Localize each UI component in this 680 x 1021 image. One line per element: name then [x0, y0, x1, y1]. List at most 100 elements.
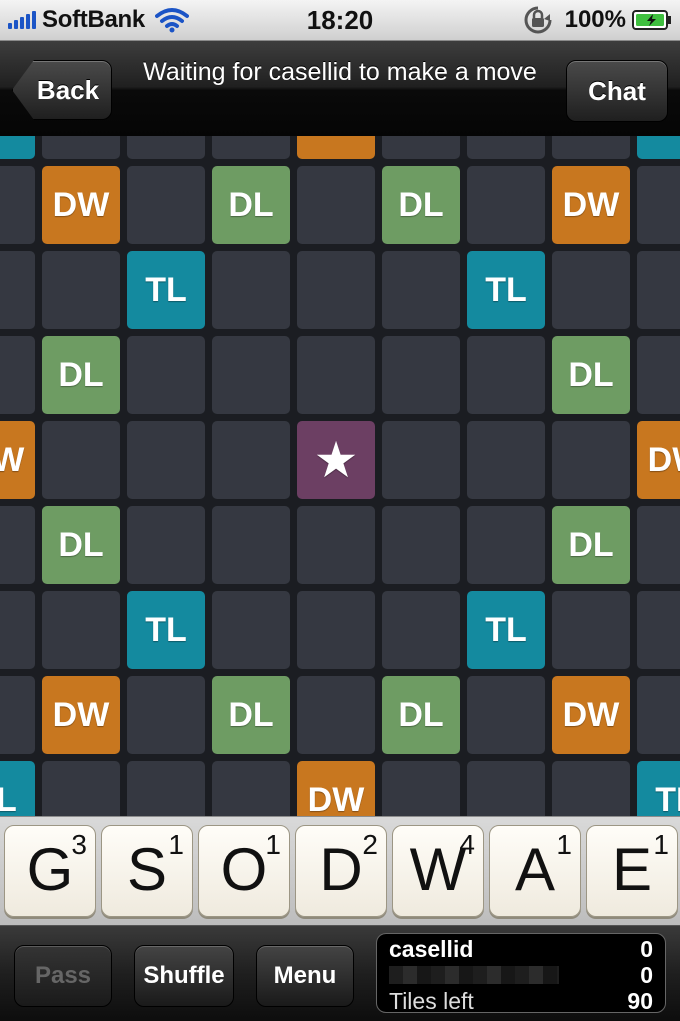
- board-square[interactable]: [127, 336, 205, 414]
- menu-button[interactable]: Menu: [256, 945, 354, 1007]
- board-square[interactable]: [382, 421, 460, 499]
- board-square[interactable]: [467, 336, 545, 414]
- bonus-square-tl[interactable]: TL: [637, 136, 680, 159]
- board-square[interactable]: [637, 251, 680, 329]
- bonus-square-dl[interactable]: DL: [212, 166, 290, 244]
- board-square[interactable]: [127, 166, 205, 244]
- board-square[interactable]: [467, 506, 545, 584]
- status-bar: SoftBank 18:20 100%: [0, 0, 680, 41]
- board-square[interactable]: [0, 591, 35, 669]
- pass-button[interactable]: Pass: [14, 945, 112, 1007]
- bonus-square-dl[interactable]: DL: [42, 336, 120, 414]
- bonus-square-tl[interactable]: TL: [0, 761, 35, 816]
- battery-charging-icon: [632, 10, 671, 30]
- chat-button[interactable]: Chat: [566, 60, 668, 122]
- board-square[interactable]: [382, 506, 460, 584]
- board-square[interactable]: [467, 421, 545, 499]
- bonus-square-dw[interactable]: DW: [297, 136, 375, 159]
- board-square[interactable]: [0, 251, 35, 329]
- board-square[interactable]: [297, 166, 375, 244]
- board-square[interactable]: [382, 761, 460, 816]
- board-square[interactable]: [297, 676, 375, 754]
- board-square[interactable]: [552, 421, 630, 499]
- shuffle-button[interactable]: Shuffle: [134, 945, 234, 1007]
- board-square[interactable]: [212, 421, 290, 499]
- board-square[interactable]: [297, 336, 375, 414]
- bonus-square-dl[interactable]: DL: [382, 676, 460, 754]
- board-square[interactable]: [0, 506, 35, 584]
- board-square[interactable]: [552, 251, 630, 329]
- board-square[interactable]: [212, 251, 290, 329]
- board-square[interactable]: [127, 761, 205, 816]
- board-square[interactable]: [0, 676, 35, 754]
- board-square[interactable]: [212, 761, 290, 816]
- board-square[interactable]: [42, 761, 120, 816]
- bonus-square-dw[interactable]: DW: [552, 166, 630, 244]
- board-square[interactable]: [127, 136, 205, 159]
- game-board-viewport[interactable]: TLDWTLDWDLDLDWTLTLDLDLDW★DWDLDLTLTLDWDLD…: [0, 136, 680, 816]
- bonus-square-tl[interactable]: TL: [637, 761, 680, 816]
- board-square[interactable]: [637, 676, 680, 754]
- board-square[interactable]: [552, 761, 630, 816]
- board-square[interactable]: [127, 506, 205, 584]
- letter-tile[interactable]: G3: [4, 825, 96, 917]
- board-square[interactable]: [467, 761, 545, 816]
- letter-tile[interactable]: S1: [101, 825, 193, 917]
- bonus-square-tl[interactable]: TL: [127, 591, 205, 669]
- bonus-square-dl[interactable]: DL: [212, 676, 290, 754]
- letter-tile[interactable]: W4: [392, 825, 484, 917]
- board-square[interactable]: [297, 591, 375, 669]
- game-board[interactable]: TLDWTLDWDLDLDWTLTLDLDLDW★DWDLDLTLTLDWDLD…: [0, 136, 680, 816]
- bonus-square-tl[interactable]: TL: [467, 591, 545, 669]
- tiles-left-row: Tiles left 90: [389, 988, 653, 1014]
- bonus-square-dw[interactable]: DW: [42, 676, 120, 754]
- board-square[interactable]: [212, 336, 290, 414]
- bonus-square-dw[interactable]: DW: [42, 166, 120, 244]
- letter-tile[interactable]: O1: [198, 825, 290, 917]
- center-star-square[interactable]: ★: [297, 421, 375, 499]
- board-square[interactable]: [297, 506, 375, 584]
- letter-tile[interactable]: D2: [295, 825, 387, 917]
- board-square[interactable]: [382, 591, 460, 669]
- bonus-square-dw[interactable]: DW: [552, 676, 630, 754]
- board-square[interactable]: [127, 421, 205, 499]
- player2-name-redacted: [389, 966, 559, 984]
- board-square[interactable]: [127, 676, 205, 754]
- board-square[interactable]: [42, 251, 120, 329]
- bonus-square-dl[interactable]: DL: [382, 166, 460, 244]
- tile-score: 1: [168, 829, 184, 860]
- board-square[interactable]: [212, 506, 290, 584]
- board-square[interactable]: [552, 591, 630, 669]
- board-square[interactable]: [552, 136, 630, 159]
- bonus-square-tl[interactable]: TL: [0, 136, 35, 159]
- board-square[interactable]: [637, 336, 680, 414]
- board-square[interactable]: [42, 136, 120, 159]
- board-square[interactable]: [382, 136, 460, 159]
- letter-tile[interactable]: E1: [586, 825, 678, 917]
- bonus-square-dl[interactable]: DL: [42, 506, 120, 584]
- board-square[interactable]: [212, 136, 290, 159]
- bonus-square-tl[interactable]: TL: [467, 251, 545, 329]
- board-square[interactable]: [382, 251, 460, 329]
- board-square[interactable]: [467, 166, 545, 244]
- board-square[interactable]: [42, 591, 120, 669]
- board-square[interactable]: [212, 591, 290, 669]
- board-square[interactable]: [637, 506, 680, 584]
- bonus-square-dw[interactable]: DW: [637, 421, 680, 499]
- bonus-square-dl[interactable]: DL: [552, 506, 630, 584]
- bonus-square-dl[interactable]: DL: [552, 336, 630, 414]
- letter-tile[interactable]: A1: [489, 825, 581, 917]
- bonus-square-dw[interactable]: DW: [0, 421, 35, 499]
- board-square[interactable]: [382, 336, 460, 414]
- board-square[interactable]: [0, 166, 35, 244]
- bonus-square-tl[interactable]: TL: [127, 251, 205, 329]
- board-square[interactable]: [0, 336, 35, 414]
- board-square[interactable]: [297, 251, 375, 329]
- bonus-square-dw[interactable]: DW: [297, 761, 375, 816]
- board-square[interactable]: [637, 591, 680, 669]
- board-square[interactable]: [42, 421, 120, 499]
- board-square[interactable]: [467, 676, 545, 754]
- board-square[interactable]: [637, 166, 680, 244]
- back-button[interactable]: Back: [12, 60, 112, 120]
- board-square[interactable]: [467, 136, 545, 159]
